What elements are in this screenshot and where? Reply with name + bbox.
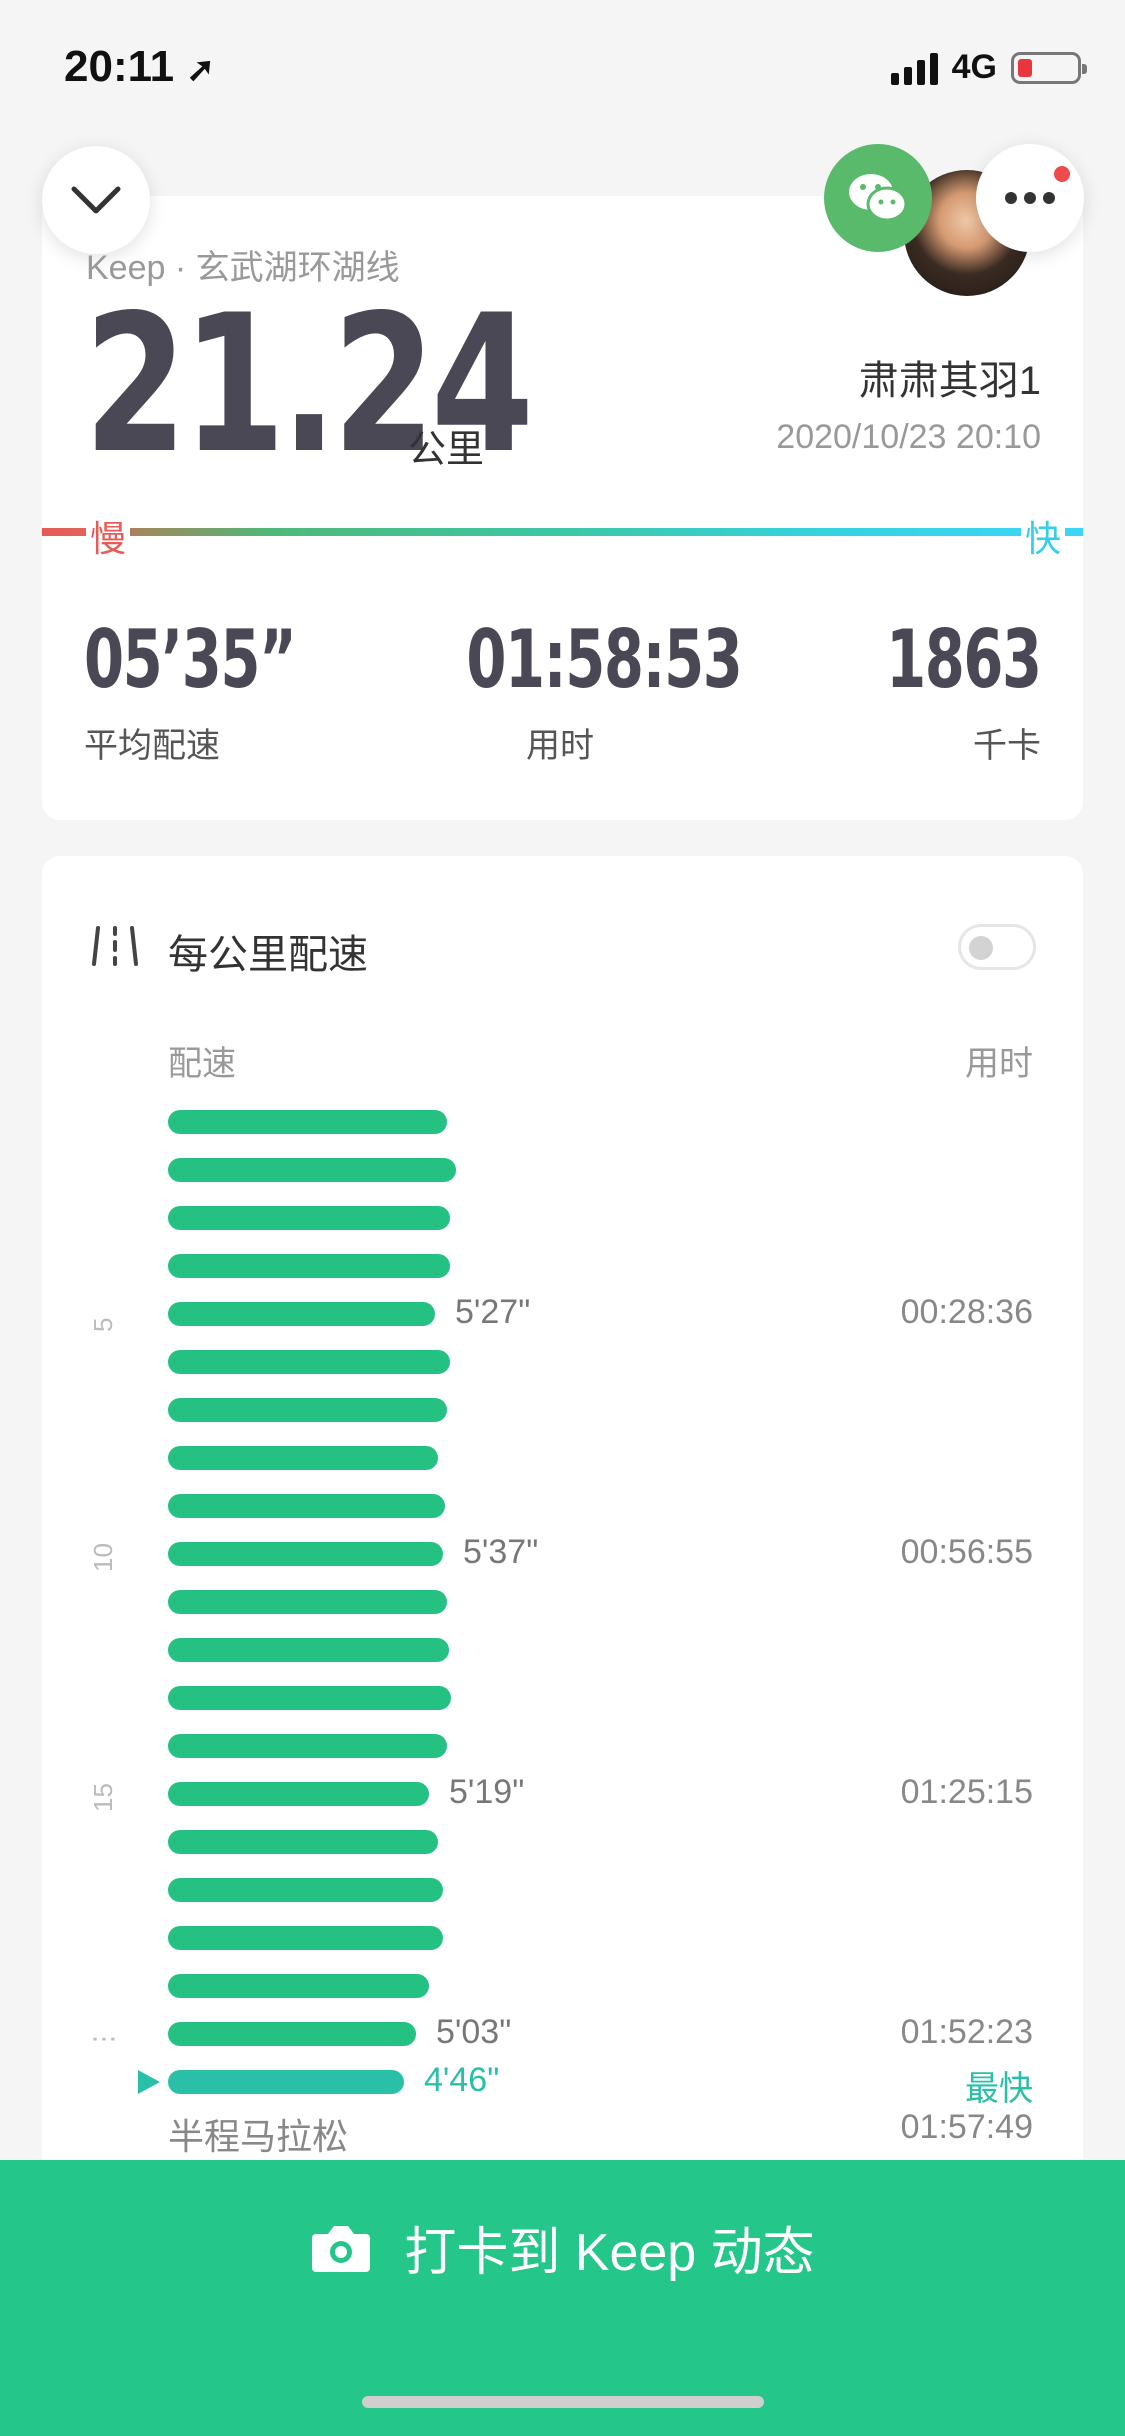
pace-value-label: 5'37": [463, 1533, 539, 1571]
wechat-icon: [849, 174, 908, 222]
stat-label: 用时: [526, 727, 594, 765]
location-arrow-icon: ➚: [186, 51, 215, 89]
split-time-label: 00:28:36: [900, 1293, 1033, 1331]
pace-bar: [168, 1446, 438, 1470]
pace-bar: [168, 1302, 435, 1326]
network-label: 4G: [951, 48, 997, 86]
km-marker: ⋮: [88, 2026, 118, 2052]
distance-unit: 公里: [408, 429, 485, 471]
fastest-label: 最快: [965, 2070, 1033, 2108]
stat-label: 平均配速: [84, 727, 220, 765]
time-column-header: 用时: [965, 1045, 1033, 1083]
split-time-label: 01:25:15: [900, 1773, 1033, 1811]
pace-bar: [168, 1878, 443, 1902]
km-marker: 10: [88, 1543, 118, 1572]
pace-bar: [168, 2022, 416, 2046]
pace-bar: [168, 1206, 450, 1230]
pace-column-header: 配速: [168, 1045, 236, 1083]
pace-bar-fastest: [168, 2070, 404, 2094]
fastest-arrow-icon: [138, 2070, 160, 2094]
stat-label: 千卡: [973, 727, 1041, 765]
half-marathon-label: 半程马拉松: [168, 2116, 349, 2157]
home-indicator: [362, 2396, 764, 2408]
stat-value: 01:58:53: [466, 613, 742, 706]
pace-value-label: 5'19": [449, 1773, 525, 1811]
checkin-button[interactable]: 打卡到 Keep 动态: [0, 2210, 1125, 2285]
pace-lanes-icon: [92, 926, 138, 966]
user-name: 肃肃其羽1: [858, 359, 1041, 403]
pace-value-label: 5'03": [436, 2013, 512, 2051]
fast-label: 快: [1020, 510, 1065, 562]
pace-bar: [168, 1782, 429, 1806]
signal-icon: [890, 51, 938, 85]
pace-bar: [168, 1398, 447, 1422]
pace-value-label: 4'46": [424, 2061, 500, 2099]
pace-bar: [168, 1494, 445, 1518]
status-indicators: 4G: [890, 48, 1087, 87]
slow-label: 慢: [86, 510, 131, 562]
speed-gradient-line: [42, 528, 1083, 536]
half-marathon-time: 01:57:49: [900, 2108, 1033, 2146]
pace-bar: [168, 1110, 447, 1134]
notification-dot: [1054, 166, 1070, 182]
collapse-button[interactable]: [42, 146, 150, 254]
pace-bar: [168, 1830, 438, 1854]
chevron-down-icon: [71, 186, 121, 214]
pace-value-label: 5'27": [455, 1293, 531, 1331]
pace-bar: [168, 1590, 447, 1614]
stat-value: 05’35”: [84, 613, 297, 706]
split-time-label: 01:52:23: [900, 2013, 1033, 2051]
stat-value: 1863: [886, 613, 1042, 706]
pace-bar: [168, 1158, 456, 1182]
wechat-share-button[interactable]: [824, 144, 932, 252]
stat-calories: 1863 千卡: [826, 613, 1042, 767]
pace-bar: [168, 1686, 451, 1710]
status-time: 20:11 ➚: [64, 42, 215, 91]
pace-section-title: 每公里配速: [168, 933, 368, 977]
more-dots-icon: [1005, 192, 1055, 204]
more-button[interactable]: [976, 144, 1084, 252]
pace-bar: [168, 1638, 449, 1662]
pace-toggle[interactable]: [958, 924, 1036, 970]
camera-icon: [312, 2225, 371, 2272]
battery-icon: [1011, 51, 1087, 84]
pace-bar: [168, 1926, 443, 1950]
km-marker: 5: [88, 1317, 118, 1332]
km-marker: 15: [88, 1783, 118, 1812]
stat-duration: 01:58:53 用时: [430, 613, 742, 767]
pace-bar: [168, 1542, 443, 1566]
pace-bar: [168, 1350, 450, 1374]
checkin-bar[interactable]: [0, 2160, 1125, 2436]
run-date: 2020/10/23 20:10: [776, 418, 1041, 456]
pace-bar: [168, 1974, 429, 1998]
pace-bar: [168, 1734, 447, 1758]
checkin-label: 打卡到 Keep 动态: [404, 2224, 815, 2282]
split-time-label: 00:56:55: [900, 1533, 1033, 1571]
stat-avg-pace: 05’35” 平均配速: [84, 620, 378, 767]
status-bar: 20:11 ➚ 4G: [0, 0, 1125, 140]
pace-bar: [168, 1254, 450, 1278]
